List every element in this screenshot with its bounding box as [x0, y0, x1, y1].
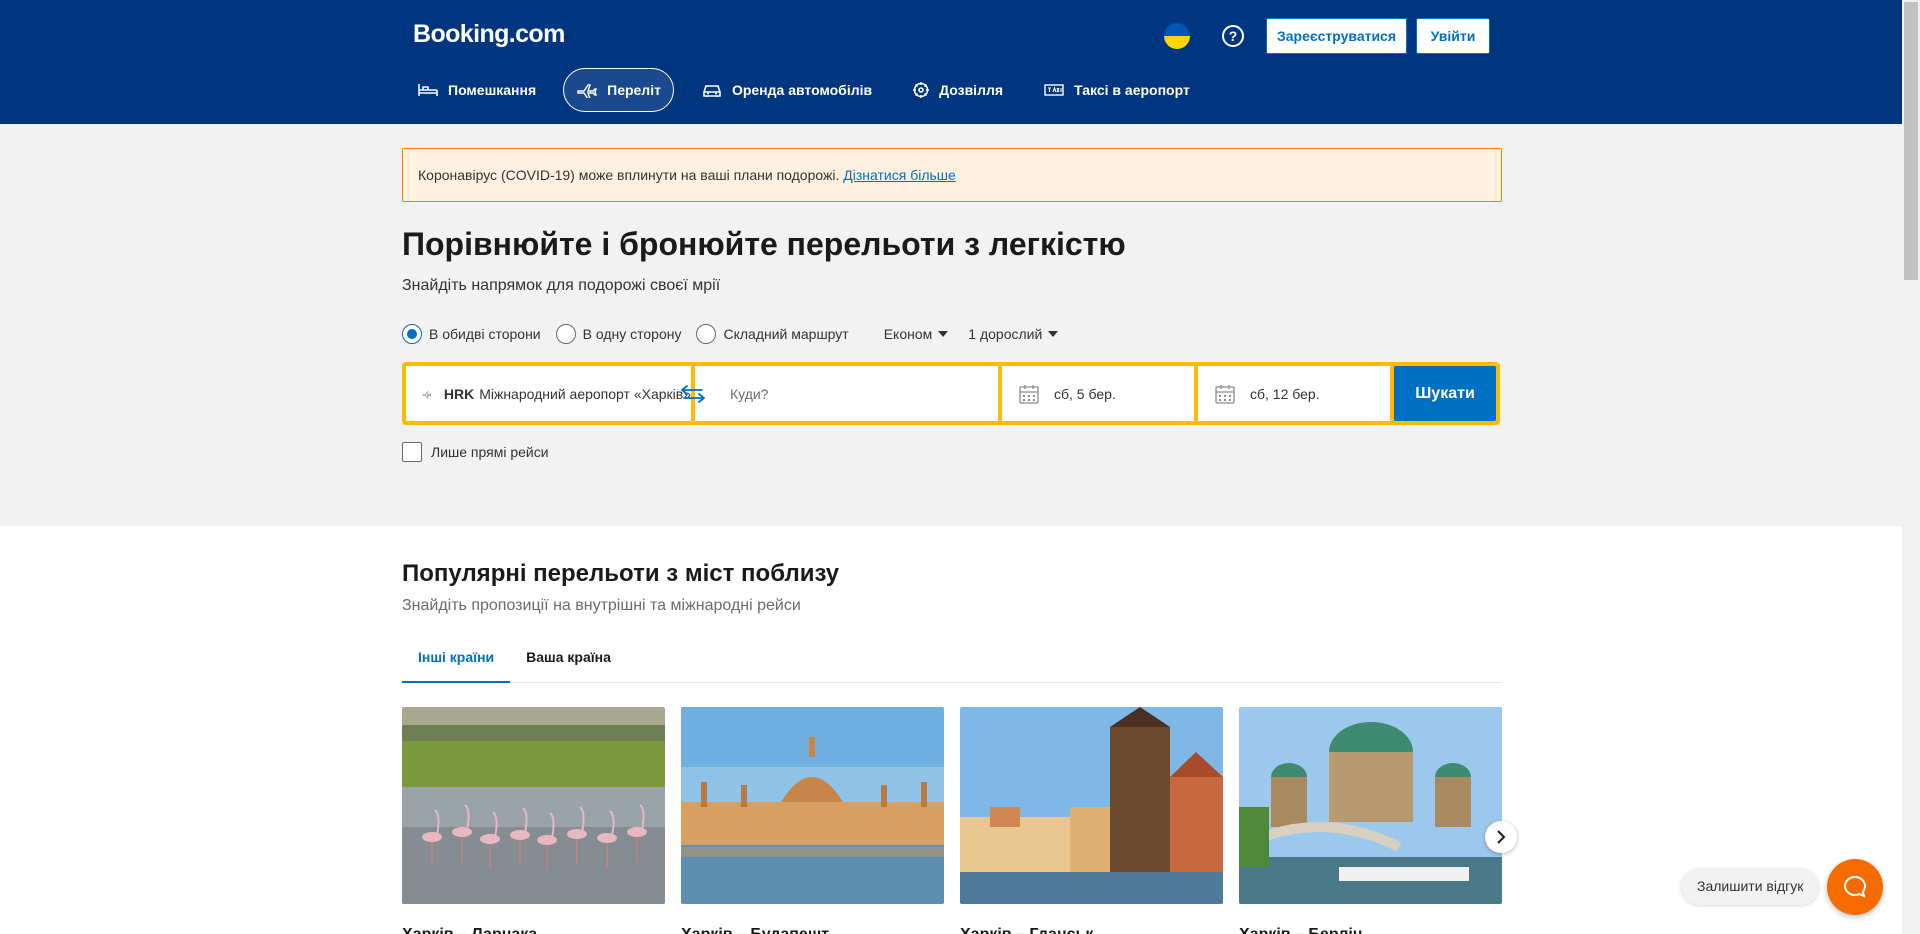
nav-item-car-rental[interactable]: Оренда автомобілів	[688, 68, 885, 112]
nav-item-flights[interactable]: Переліт	[563, 68, 674, 112]
covid-learn-more-link[interactable]: Дізнатися більше	[843, 167, 956, 183]
origin-name: Міжнародний аеропорт «Харків»	[479, 385, 691, 402]
nav-item-stays[interactable]: Помешкання	[404, 68, 549, 112]
return-date-field[interactable]: сб, 12 бер.	[1198, 366, 1390, 421]
budapest-parliament-image	[681, 707, 944, 904]
covid-text: Коронавірус (COVID-19) може вплинути на …	[418, 167, 840, 183]
page-title: Порівнюйте і бронюйте перельоти з легкіс…	[402, 226, 1126, 262]
popular-flights-title: Популярні перельоти з міст поблизу	[402, 560, 840, 587]
cabin-class-dropdown[interactable]: Економ	[884, 326, 949, 342]
search-button[interactable]: Шукати	[1394, 366, 1496, 421]
card-title: Харків – Берлін	[1239, 926, 1502, 934]
card-title: Харків – Гданськ	[960, 926, 1223, 934]
chat-bubble-icon	[1844, 875, 1867, 898]
covid-banner: Коронавірус (COVID-19) може вплинути на …	[402, 148, 1502, 202]
passengers-dropdown[interactable]: 1 дорослий	[968, 326, 1059, 342]
top-header: Booking.com ? Зареєструватися Увійти Пом…	[0, 0, 1902, 124]
help-icon[interactable]: ?	[1222, 25, 1244, 47]
depart-date-value: сб, 5 бер.	[1054, 385, 1116, 402]
page-subtitle: Знайдіть напрямок для подорожі своєї мрі…	[402, 277, 721, 294]
taxi-icon	[1044, 84, 1064, 96]
destination-card[interactable]: Харків – Ларнака	[402, 707, 665, 934]
ukraine-flag-icon[interactable]	[1164, 23, 1190, 49]
nav-item-label: Оренда автомобілів	[731, 82, 873, 98]
booking-logo[interactable]: Booking.com	[413, 20, 565, 49]
nav-item-airport-taxi[interactable]: Таксі в аеропорт	[1030, 68, 1203, 112]
page-scrollbar[interactable]	[1902, 0, 1920, 934]
card-title: Харків – Ларнака	[402, 926, 665, 934]
trip-options: В обидві сторони В одну сторону Складний…	[402, 322, 1059, 346]
destination-card[interactable]: Харків – Гданськ	[960, 707, 1223, 934]
product-nav: Помешкання Переліт Оренда автомобілів До…	[404, 68, 1217, 112]
destination-placeholder: Куди?	[730, 385, 769, 402]
cabin-class-value: Економ	[883, 326, 933, 342]
radio-label: В одну сторону	[582, 326, 682, 342]
destination-field[interactable]: Куди?	[695, 366, 998, 421]
scrollbar-thumb[interactable]	[1904, 2, 1918, 280]
depart-date-field[interactable]: сб, 5 бер.	[1002, 366, 1194, 421]
nav-item-label: Переліт	[607, 82, 661, 98]
popular-flights-subtitle: Знайдіть пропозиції на внутрішні та міжн…	[402, 597, 801, 614]
car-icon	[703, 85, 721, 97]
radio-multi-city[interactable]: Складний маршрут	[696, 324, 849, 344]
popular-tabs: Інші країни Ваша країна	[402, 640, 1502, 683]
caret-down-icon	[938, 331, 949, 337]
radio-circle	[555, 324, 576, 344]
direct-flights-checkbox[interactable]: Лише прямі рейси	[402, 442, 549, 462]
tab-your-country[interactable]: Ваша країна	[510, 640, 627, 683]
destination-card[interactable]: Харків – Будапешт	[681, 707, 944, 934]
tab-other-countries[interactable]: Інші країни	[402, 640, 511, 683]
login-button[interactable]: Увійти	[1416, 18, 1490, 54]
origin-field[interactable]: HRK Міжнародний аеропорт «Харків»	[406, 366, 691, 421]
register-button[interactable]: Зареєструватися	[1266, 18, 1407, 54]
return-date-value: сб, 12 бер.	[1250, 385, 1320, 402]
radio-one-way[interactable]: В одну сторону	[555, 324, 682, 344]
nav-item-label: Таксі в аеропорт	[1074, 82, 1190, 98]
nav-item-label: Помешкання	[448, 82, 537, 98]
chevron-right-icon	[1497, 830, 1506, 844]
destination-card[interactable]: Харків – Берлін	[1236, 707, 1502, 934]
berlin-cathedral-image	[1236, 707, 1502, 904]
nav-item-label: Дозвілля	[939, 82, 1004, 98]
larnaca-flamingos-image	[402, 707, 665, 904]
flight-search-bar: HRK Міжнародний аеропорт «Харків» Куди? …	[402, 362, 1500, 425]
chat-button[interactable]	[1827, 859, 1883, 915]
radio-label: Складний маршрут	[723, 326, 849, 342]
calendar-icon	[1215, 384, 1235, 404]
radio-circle	[696, 324, 717, 344]
attractions-icon	[913, 82, 930, 98]
calendar-icon	[1019, 384, 1039, 404]
direct-flights-label: Лише прямі рейси	[431, 444, 549, 460]
plane-icon	[422, 390, 432, 398]
checkbox-box	[402, 442, 422, 462]
card-title: Харків – Будапешт	[681, 926, 944, 934]
nav-item-attractions[interactable]: Дозвілля	[899, 68, 1016, 112]
bed-icon	[418, 84, 438, 96]
feedback-button[interactable]: Залишити відгук	[1681, 868, 1820, 905]
gdansk-crane-image	[960, 707, 1223, 904]
origin-code: HRK	[443, 385, 475, 402]
caret-down-icon	[1048, 331, 1059, 337]
carousel-next-button[interactable]	[1485, 821, 1517, 853]
radio-round-trip[interactable]: В обидві сторони	[402, 324, 541, 344]
plane-icon	[577, 84, 598, 98]
passengers-value: 1 дорослий	[968, 326, 1043, 342]
radio-circle	[402, 324, 422, 344]
swap-arrows-icon[interactable]	[678, 383, 708, 405]
radio-label: В обидві сторони	[429, 326, 541, 342]
